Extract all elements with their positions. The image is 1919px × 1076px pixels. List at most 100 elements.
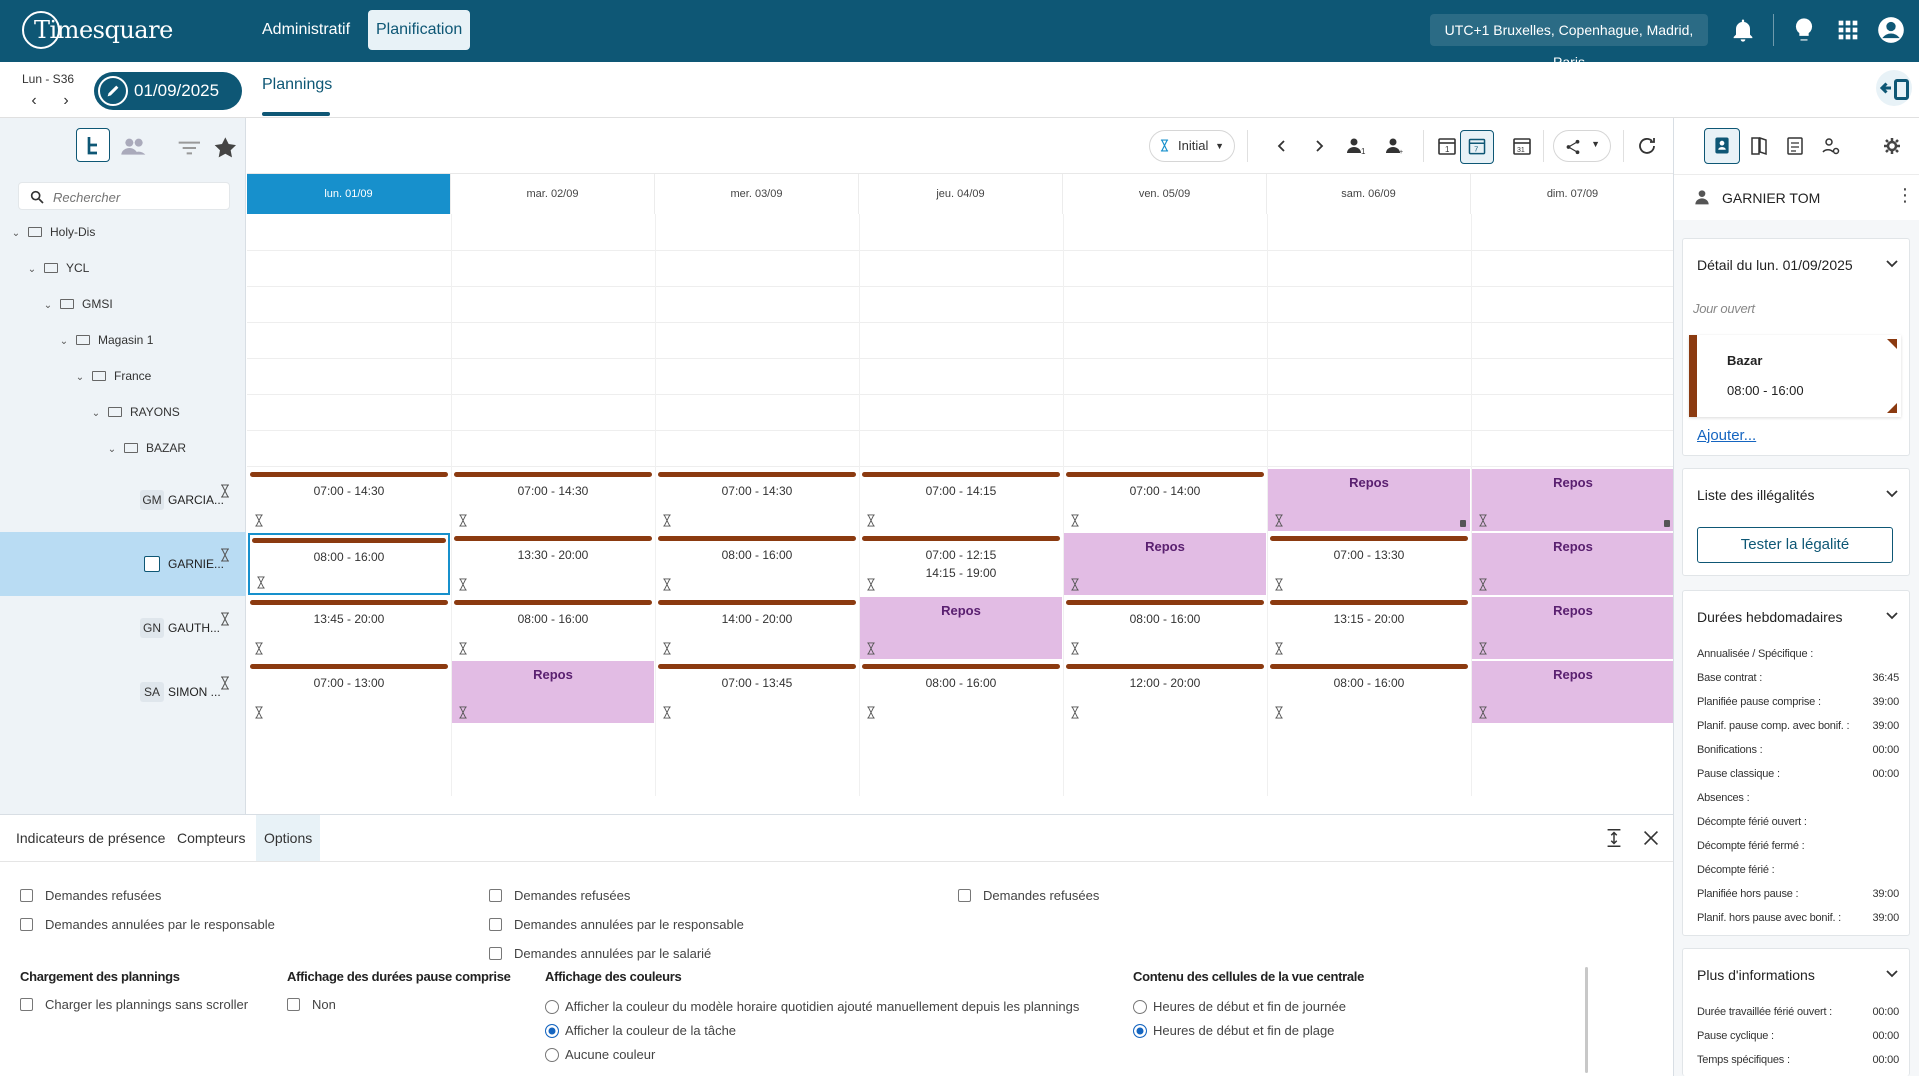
option-demandes-annulees-resp[interactable]: Demandes annulées par le responsable <box>489 916 744 934</box>
month-view-icon[interactable]: 31 <box>1510 134 1534 158</box>
day-header[interactable]: sam. 06/09 <box>1267 174 1471 214</box>
hourglass-icon[interactable] <box>1274 578 1284 591</box>
hourglass-icon[interactable] <box>220 676 230 690</box>
nav-planification[interactable]: Planification <box>368 10 470 50</box>
option-demandes-refusees[interactable]: Demandes refusées <box>958 887 1099 905</box>
tab-indicateurs[interactable]: Indicateurs de présence <box>8 815 173 861</box>
person-settings-icon[interactable] <box>1813 128 1849 164</box>
bell-icon[interactable] <box>1729 16 1757 44</box>
prev-period-icon[interactable] <box>1270 134 1294 158</box>
tree-node-gmsi[interactable]: ⌄ GMSI <box>40 294 113 314</box>
hourglass-icon[interactable] <box>1478 642 1488 655</box>
hourglass-icon[interactable] <box>662 514 672 527</box>
hourglass-icon[interactable] <box>254 514 264 527</box>
team-view-button[interactable] <box>116 128 150 162</box>
nav-administratif[interactable]: Administratif <box>254 10 358 50</box>
chevron-down-icon[interactable] <box>1885 257 1899 271</box>
hourglass-icon[interactable] <box>458 578 468 591</box>
notes-icon[interactable] <box>1777 128 1813 164</box>
schedule-cell-repos[interactable]: Repos <box>1472 469 1674 531</box>
hourglass-icon[interactable] <box>662 642 672 655</box>
hourglass-icon[interactable] <box>1070 514 1080 527</box>
day-header[interactable]: lun. 01/09 <box>247 174 451 214</box>
schedule-cell[interactable]: 07:00 - 13:00 <box>248 661 450 723</box>
hourglass-icon[interactable] <box>220 548 230 562</box>
hourglass-icon[interactable] <box>1070 706 1080 719</box>
day-header[interactable]: jeu. 04/09 <box>859 174 1063 214</box>
apps-grid-icon[interactable] <box>1834 16 1862 44</box>
filter-button[interactable] <box>168 128 202 162</box>
day-header[interactable]: ven. 05/09 <box>1063 174 1267 214</box>
next-week-icon[interactable]: › <box>58 92 74 110</box>
tree-node-ycl[interactable]: ⌄ YCL <box>24 258 90 278</box>
day-header[interactable]: dim. 07/09 <box>1471 174 1675 214</box>
schedule-cell-repos[interactable]: Repos <box>1064 533 1266 595</box>
hourglass-icon[interactable] <box>1070 578 1080 591</box>
schedule-cell[interactable]: 14:00 - 20:00 <box>656 597 858 659</box>
employee-row[interactable]: SA SIMON ... <box>0 660 246 724</box>
close-icon[interactable] <box>1640 827 1662 849</box>
hourglass-icon[interactable] <box>866 642 876 655</box>
hourglass-icon[interactable] <box>458 642 468 655</box>
hourglass-icon[interactable] <box>1274 642 1284 655</box>
radio-heures-plage[interactable]: Heures de début et fin de plage <box>1133 1022 1334 1040</box>
search-input[interactable] <box>53 187 223 207</box>
lightbulb-icon[interactable] <box>1790 16 1818 44</box>
schedule-cell-repos[interactable]: Repos <box>1268 469 1470 531</box>
add-link[interactable]: Ajouter... <box>1697 427 1756 444</box>
radio-heures-journee[interactable]: Heures de début et fin de journée <box>1133 998 1346 1016</box>
schedule-cell-repos[interactable]: Repos <box>1472 533 1674 595</box>
hourglass-icon[interactable] <box>662 706 672 719</box>
schedule-cell-repos[interactable]: Repos <box>1472 597 1674 659</box>
share-dropdown[interactable]: ▼ <box>1553 130 1611 162</box>
book-icon[interactable] <box>1741 128 1777 164</box>
schedule-cell-repos[interactable]: Repos <box>1472 661 1674 723</box>
timesquare-logo[interactable]: Timesquare <box>22 8 173 52</box>
hourglass-icon[interactable] <box>458 706 468 719</box>
schedule-cell-repos[interactable]: Repos <box>452 661 654 723</box>
schedule-cell[interactable]: 07:00 - 13:30 <box>1268 533 1470 595</box>
schedule-cell[interactable]: 08:00 - 16:00 <box>656 533 858 595</box>
option-pause-non[interactable]: Non <box>287 996 336 1014</box>
hourglass-icon[interactable] <box>1478 514 1488 527</box>
hourglass-icon[interactable] <box>866 578 876 591</box>
tree-node-rayons[interactable]: ⌄ RAYONS <box>88 402 180 422</box>
favorites-button[interactable] <box>204 128 238 162</box>
chevron-down-icon[interactable] <box>1885 609 1899 623</box>
hourglass-icon[interactable] <box>1274 514 1284 527</box>
option-demandes-refusees[interactable]: Demandes refusées <box>489 887 630 905</box>
employee-checkbox[interactable] <box>144 556 160 572</box>
hourglass-icon[interactable] <box>256 576 266 589</box>
tree-node-magasin-1[interactable]: ⌄ Magasin 1 <box>56 330 154 350</box>
timezone-selector[interactable]: UTC+1 Bruxelles, Copenhague, Madrid, Par… <box>1430 14 1708 70</box>
schedule-cell[interactable]: 08:00 - 16:00 <box>452 597 654 659</box>
date-picker-button[interactable]: 01/09/2025 <box>94 72 242 110</box>
tree-node-bazar[interactable]: ⌄ BAZAR <box>104 438 186 458</box>
user-account-icon[interactable] <box>1877 16 1905 44</box>
scrollbar[interactable] <box>1585 967 1588 1073</box>
schedule-cell[interactable]: 13:45 - 20:00 <box>248 597 450 659</box>
schedule-cell[interactable]: 08:00 - 16:00 <box>860 661 1062 723</box>
employee-row[interactable]: GN GAUTH... <box>0 596 246 660</box>
tab-options[interactable]: Options <box>256 815 321 861</box>
schedule-cell[interactable]: 08:00 - 16:00 <box>248 533 450 595</box>
hourglass-icon[interactable] <box>866 706 876 719</box>
employee-row-selected[interactable]: GARNIE... <box>0 532 246 596</box>
hourglass-icon[interactable] <box>254 642 264 655</box>
hourglass-icon[interactable] <box>1478 706 1488 719</box>
hourglass-icon[interactable] <box>1274 706 1284 719</box>
chevron-down-icon[interactable] <box>1885 487 1899 501</box>
gear-icon[interactable] <box>1874 128 1910 164</box>
schedule-cell[interactable]: 13:15 - 20:00 <box>1268 597 1470 659</box>
more-vertical-icon[interactable]: ⋮ <box>1896 185 1914 205</box>
day-header[interactable]: mer. 03/09 <box>655 174 859 214</box>
hourglass-icon[interactable] <box>662 578 672 591</box>
refresh-icon[interactable] <box>1635 134 1659 158</box>
schedule-cell[interactable]: 07:00 - 14:30 <box>248 469 450 531</box>
task-block[interactable]: Bazar 08:00 - 16:00 <box>1689 335 1901 417</box>
chevron-down-icon[interactable] <box>1885 967 1899 981</box>
radio-aucune-couleur[interactable]: Aucune couleur <box>545 1046 655 1064</box>
next-period-icon[interactable] <box>1307 134 1331 158</box>
schedule-cell[interactable]: 07:00 - 14:15 <box>860 469 1062 531</box>
collapse-panel-button[interactable] <box>1876 70 1912 106</box>
